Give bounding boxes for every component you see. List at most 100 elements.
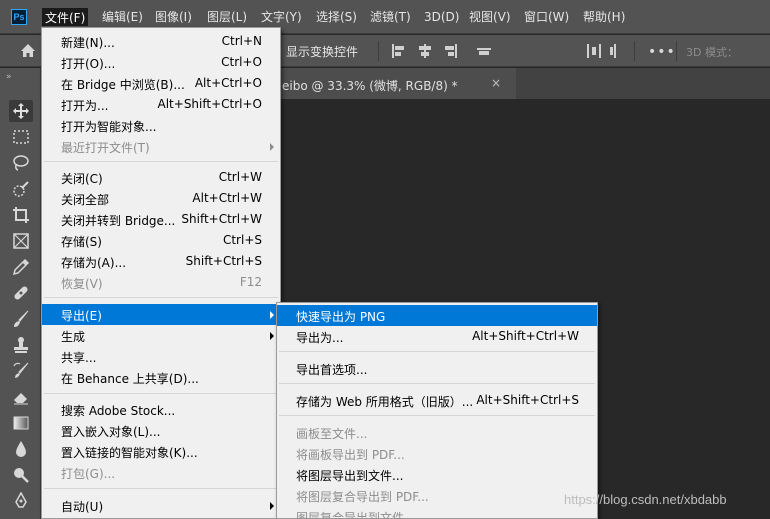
crop-tool-icon[interactable] <box>9 204 33 226</box>
menu-item-label: 打开为... <box>61 99 109 113</box>
healing-brush-tool-icon[interactable] <box>9 282 33 304</box>
menu-window[interactable]: 窗口(W) <box>522 8 571 26</box>
menu-item-browse-in-bridge[interactable]: 在 Bridge 中浏览(B)... Alt+Ctrl+O <box>42 73 280 94</box>
brush-tool-icon[interactable] <box>9 308 33 330</box>
eyedropper-tool-icon[interactable] <box>9 256 33 278</box>
align-right-edges-icon[interactable] <box>443 44 457 58</box>
show-transform-controls-label[interactable]: 显示变换控件 <box>286 43 358 60</box>
menu-item-automate[interactable]: 自动(U) <box>42 495 280 516</box>
menu-item-close[interactable]: 关闭(C) Ctrl+W <box>42 167 280 188</box>
menu-item-artboards-to-files: 画板至文件... <box>277 422 597 443</box>
menu-layer[interactable]: 图层(L) <box>205 8 249 26</box>
eraser-tool-icon[interactable] <box>9 386 33 408</box>
more-options-icon[interactable]: ••• <box>648 44 676 60</box>
divider <box>634 41 635 61</box>
submenu-arrow-icon <box>270 332 274 340</box>
menu-help[interactable]: 帮助(H) <box>581 8 627 26</box>
menu-item-label: 关闭(C) <box>61 172 103 186</box>
menu-item-generate[interactable]: 生成 <box>42 325 280 346</box>
menu-item-layers-to-files[interactable]: 将图层导出到文件... <box>277 464 597 485</box>
menu-item-label: 最近打开文件(T) <box>61 141 150 155</box>
gradient-tool-icon[interactable] <box>9 412 33 434</box>
menu-item-share[interactable]: 共享... <box>42 346 280 367</box>
move-tool-icon[interactable] <box>9 100 33 122</box>
clone-stamp-tool-icon[interactable] <box>9 334 33 356</box>
shortcut-label: F12 <box>239 275 262 289</box>
menu-3d[interactable]: 3D(D) <box>422 8 461 26</box>
menu-item-place-embedded[interactable]: 置入嵌入对象(L)... <box>42 420 280 441</box>
menu-item-label: 打开(O)... <box>61 57 116 71</box>
quick-selection-tool-icon[interactable] <box>9 178 33 200</box>
pen-tool-icon[interactable] <box>9 490 33 512</box>
menu-edit[interactable]: 编辑(E) <box>100 8 145 26</box>
shortcut-label: Ctrl+S <box>222 233 262 247</box>
menu-item-label: 将图层复合导出到 PDF... <box>296 490 429 504</box>
menu-select[interactable]: 选择(S) <box>314 8 359 26</box>
shortcut-label: Alt+Shift+Ctrl+W <box>472 329 579 343</box>
menu-item-place-linked[interactable]: 置入链接的智能对象(K)... <box>42 441 280 462</box>
align-left-edges-icon[interactable] <box>392 44 406 58</box>
menu-type[interactable]: 文字(Y) <box>259 8 304 26</box>
menu-item-new[interactable]: 新建(N)... Ctrl+N <box>42 31 280 52</box>
menu-item-label: 导出(E) <box>61 309 102 323</box>
menu-image[interactable]: 图像(I) <box>153 8 194 26</box>
menu-item-export-preferences[interactable]: 导出首选项... <box>277 358 597 379</box>
align-horizontal-centers-icon[interactable] <box>418 44 432 58</box>
menu-item-label: 打包(G)... <box>61 467 116 481</box>
document-tab[interactable]: eibo @ 33.3% (微博, RGB/8) * × <box>276 68 516 99</box>
distribute-icon[interactable] <box>587 44 601 58</box>
menu-item-quick-export-png[interactable]: 快速导出为 PNG <box>277 305 597 326</box>
menu-item-open[interactable]: 打开(O)... Ctrl+O <box>42 52 280 73</box>
menu-item-close-and-go-to-bridge[interactable]: 关闭并转到 Bridge... Shift+Ctrl+W <box>42 209 280 230</box>
menu-item-share-on-behance[interactable]: 在 Behance 上共享(D)... <box>42 367 280 388</box>
menu-separator <box>44 297 278 298</box>
menu-item-label: 画板至文件... <box>296 427 368 441</box>
menu-view[interactable]: 视图(V) <box>467 8 513 26</box>
marquee-tool-icon[interactable] <box>9 126 33 148</box>
menu-file[interactable]: 文件(F) <box>42 8 89 26</box>
menu-item-open-as[interactable]: 打开为... Alt+Shift+Ctrl+O <box>42 94 280 115</box>
menu-separator <box>279 351 595 352</box>
menu-item-open-as-smart-object[interactable]: 打开为智能对象... <box>42 115 280 136</box>
shortcut-label: Ctrl+O <box>221 55 262 69</box>
frame-tool-icon[interactable] <box>9 230 33 252</box>
submenu-arrow-icon <box>270 502 274 510</box>
photoshop-logo-icon: Ps <box>11 9 27 25</box>
collapse-panel-icon[interactable]: » <box>6 72 12 82</box>
align-top-edges-icon[interactable] <box>477 44 491 58</box>
dodge-tool-icon[interactable] <box>9 464 33 486</box>
menu-item-label: 导出为... <box>296 331 344 345</box>
export-submenu: 快速导出为 PNG 导出为... Alt+Shift+Ctrl+W 导出首选项..… <box>276 302 598 519</box>
menu-item-search-adobe-stock[interactable]: 搜索 Adobe Stock... <box>42 399 280 420</box>
menu-item-label: 图层复合导出到文件... <box>296 511 416 519</box>
menu-item-save[interactable]: 存储(S) Ctrl+S <box>42 230 280 251</box>
menu-item-label: 在 Behance 上共享(D)... <box>61 372 199 386</box>
menu-item-save-for-web[interactable]: 存储为 Web 所用格式（旧版）... Alt+Shift+Ctrl+S <box>277 390 597 411</box>
distribute-right-icon[interactable] <box>608 44 622 58</box>
lasso-tool-icon[interactable] <box>9 152 33 174</box>
menu-item-export[interactable]: 导出(E) <box>42 304 280 325</box>
shortcut-label: Alt+Shift+Ctrl+O <box>157 97 262 111</box>
shortcut-label: Ctrl+W <box>218 170 262 184</box>
menu-item-export-as[interactable]: 导出为... Alt+Shift+Ctrl+W <box>277 326 597 347</box>
menu-item-label: 存储为 Web 所用格式（旧版）... <box>296 395 474 409</box>
menu-item-close-all[interactable]: 关闭全部 Alt+Ctrl+W <box>42 188 280 209</box>
menu-item-label: 打开为智能对象... <box>61 120 157 134</box>
history-brush-tool-icon[interactable] <box>9 360 33 382</box>
divider <box>676 41 677 61</box>
menu-item-label: 共享... <box>61 351 97 365</box>
submenu-arrow-icon <box>270 143 274 151</box>
shortcut-label: Shift+Ctrl+S <box>185 254 262 268</box>
menu-separator <box>279 383 595 384</box>
menu-item-revert: 恢复(V) F12 <box>42 272 280 293</box>
menu-item-layer-comps-to-pdf: 将图层复合导出到 PDF... <box>277 485 597 506</box>
3d-mode-label: 3D 模式： <box>686 46 738 59</box>
blur-tool-icon[interactable] <box>9 438 33 460</box>
menu-item-label: 存储为(A)... <box>61 256 127 270</box>
watermark-text: https://blog.csdn.net/xbdabb <box>564 492 727 507</box>
shortcut-label: Ctrl+N <box>221 34 262 48</box>
menu-filter[interactable]: 滤镜(T) <box>368 8 413 26</box>
home-icon[interactable] <box>20 43 36 58</box>
close-icon[interactable]: × <box>491 76 501 90</box>
menu-item-save-as[interactable]: 存储为(A)... Shift+Ctrl+S <box>42 251 280 272</box>
